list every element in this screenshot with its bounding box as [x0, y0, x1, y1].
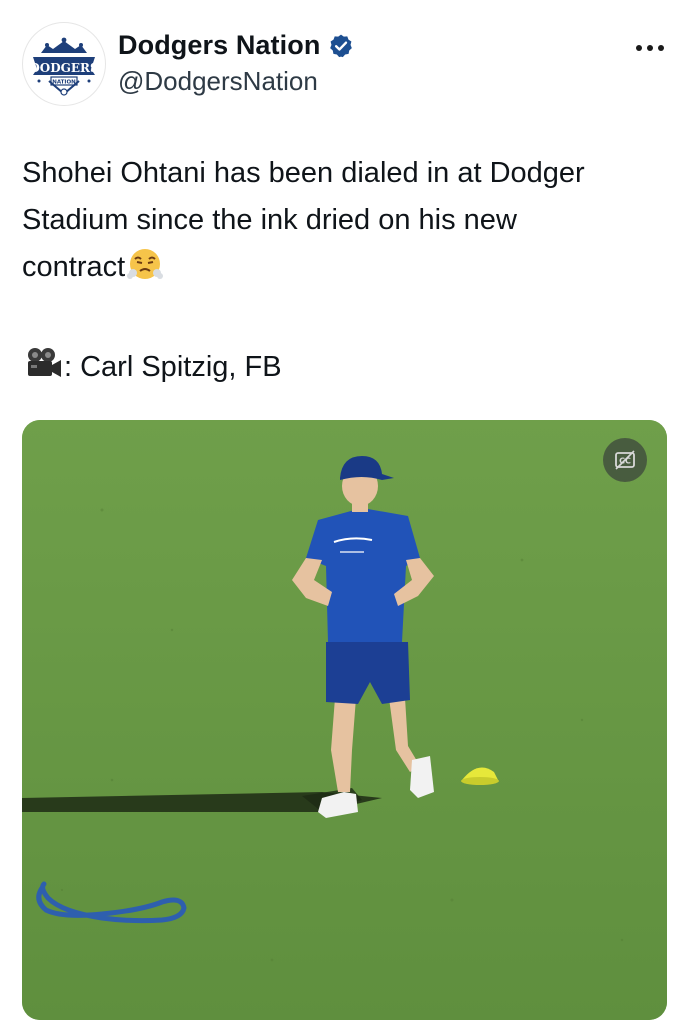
tweet-text-word: contract: [22, 251, 126, 283]
tweet-text-line: contract: [22, 244, 662, 297]
display-name-row: Dodgers Nation: [118, 30, 354, 61]
verified-badge-icon: [328, 33, 354, 59]
svg-text:NATION: NATION: [52, 80, 76, 86]
more-horizontal-icon: [636, 45, 664, 51]
dodgers-nation-logo-icon: DODGERS NATION: [24, 24, 104, 104]
tweet-text: Shohei Ohtani has been dialed in at Dodg…: [22, 150, 662, 397]
tweet-header: DODGERS NATION Dodgers Nation @DodgersNa…: [0, 0, 689, 120]
account-handle[interactable]: @DodgersNation: [118, 66, 318, 97]
tweet-text-line: Shohei Ohtani has been dialed in at Dodg…: [22, 157, 585, 189]
captions-button[interactable]: CC: [603, 438, 647, 482]
credit-text: : Carl Spitzig, FB: [64, 351, 282, 383]
more-options-button[interactable]: [630, 30, 670, 66]
display-name[interactable]: Dodgers Nation: [118, 30, 320, 61]
movie-camera-icon: [24, 346, 64, 397]
tweet-video[interactable]: CC: [22, 420, 667, 1020]
closed-captions-off-icon: CC: [615, 450, 635, 470]
face-with-steam-from-nose-icon: [127, 246, 164, 297]
svg-text:DODGERS: DODGERS: [29, 61, 98, 75]
video-frame: [22, 420, 667, 1020]
account-avatar[interactable]: DODGERS NATION: [22, 22, 106, 106]
tweet-text-line: Stadium since the ink dried on his new: [22, 204, 517, 236]
tweet-credit-line: : Carl Spitzig, FB: [22, 344, 662, 397]
